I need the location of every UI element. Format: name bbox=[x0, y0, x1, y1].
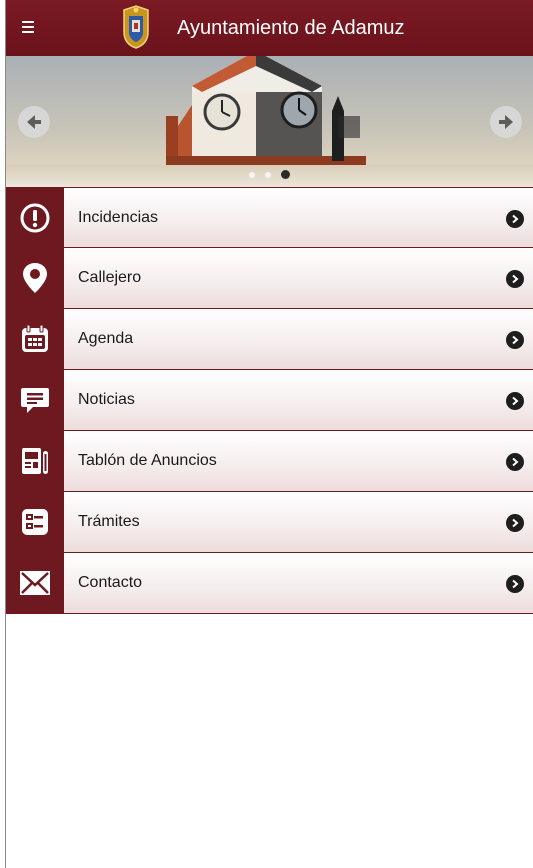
menu-item-noticias[interactable]: Noticias bbox=[6, 370, 533, 431]
menu-item-label: Trámites bbox=[78, 513, 140, 530]
form-icon bbox=[22, 509, 48, 535]
chevron-right-icon bbox=[506, 331, 524, 349]
menu-item-callejero[interactable]: Callejero bbox=[6, 248, 533, 309]
menu-item-agenda[interactable]: Agenda bbox=[6, 309, 533, 370]
icon-container bbox=[6, 370, 64, 430]
menu-item-incidencias[interactable]: Incidencias bbox=[6, 187, 533, 248]
hamburger-icon[interactable] bbox=[18, 18, 40, 38]
menu-item-label: Tablón de Anuncios bbox=[78, 452, 217, 469]
envelope-icon bbox=[20, 571, 50, 595]
arrow-left-icon[interactable] bbox=[18, 106, 50, 138]
chat-bubble-icon bbox=[21, 388, 49, 413]
menu-item-label: Incidencias bbox=[78, 208, 159, 226]
app-title: Ayuntamiento de Adamuz bbox=[177, 17, 405, 39]
menu-item-contacto[interactable]: Contacto bbox=[6, 553, 533, 614]
menu-item-label: Agenda bbox=[78, 330, 134, 347]
icon-container bbox=[6, 492, 64, 552]
app-screen: Ayuntamiento de Adamuz Incidencias Calle… bbox=[6, 0, 533, 868]
menu-item-label: Noticias bbox=[78, 391, 135, 408]
calendar-icon bbox=[22, 324, 48, 352]
menu-item-label: Contacto bbox=[78, 574, 143, 591]
image-carousel[interactable] bbox=[6, 56, 533, 187]
map-pin-icon bbox=[23, 263, 47, 293]
chevron-right-icon bbox=[506, 514, 524, 532]
menu-item-tramites[interactable]: Trámites bbox=[6, 492, 533, 553]
chevron-right-icon bbox=[506, 453, 524, 471]
carousel-dot-2[interactable] bbox=[265, 171, 271, 178]
chevron-right-icon bbox=[506, 210, 524, 228]
arrow-right-icon[interactable] bbox=[490, 106, 522, 138]
chevron-right-icon bbox=[506, 392, 524, 410]
menu-item-tablon-de-anuncios[interactable]: Tablón de Anuncios bbox=[6, 431, 533, 492]
carousel-dot-1[interactable] bbox=[249, 171, 255, 178]
icon-container bbox=[6, 188, 64, 247]
app-header: Ayuntamiento de Adamuz bbox=[6, 0, 533, 57]
chevron-right-icon bbox=[506, 270, 524, 288]
icon-container bbox=[6, 553, 64, 613]
main-menu: Incidencias Callejero Agenda Noticias Ta… bbox=[6, 187, 533, 614]
icon-container bbox=[6, 309, 64, 369]
alert-circle-icon bbox=[20, 203, 50, 232]
carousel-indicators bbox=[6, 170, 533, 179]
coat-of-arms-icon bbox=[123, 5, 149, 49]
icon-container bbox=[6, 248, 64, 308]
carousel-dot-3-active[interactable] bbox=[281, 170, 290, 179]
bulletin-board-icon bbox=[22, 448, 48, 474]
chevron-right-icon bbox=[506, 575, 524, 593]
menu-item-label: Callejero bbox=[78, 269, 142, 286]
icon-container bbox=[6, 431, 64, 491]
